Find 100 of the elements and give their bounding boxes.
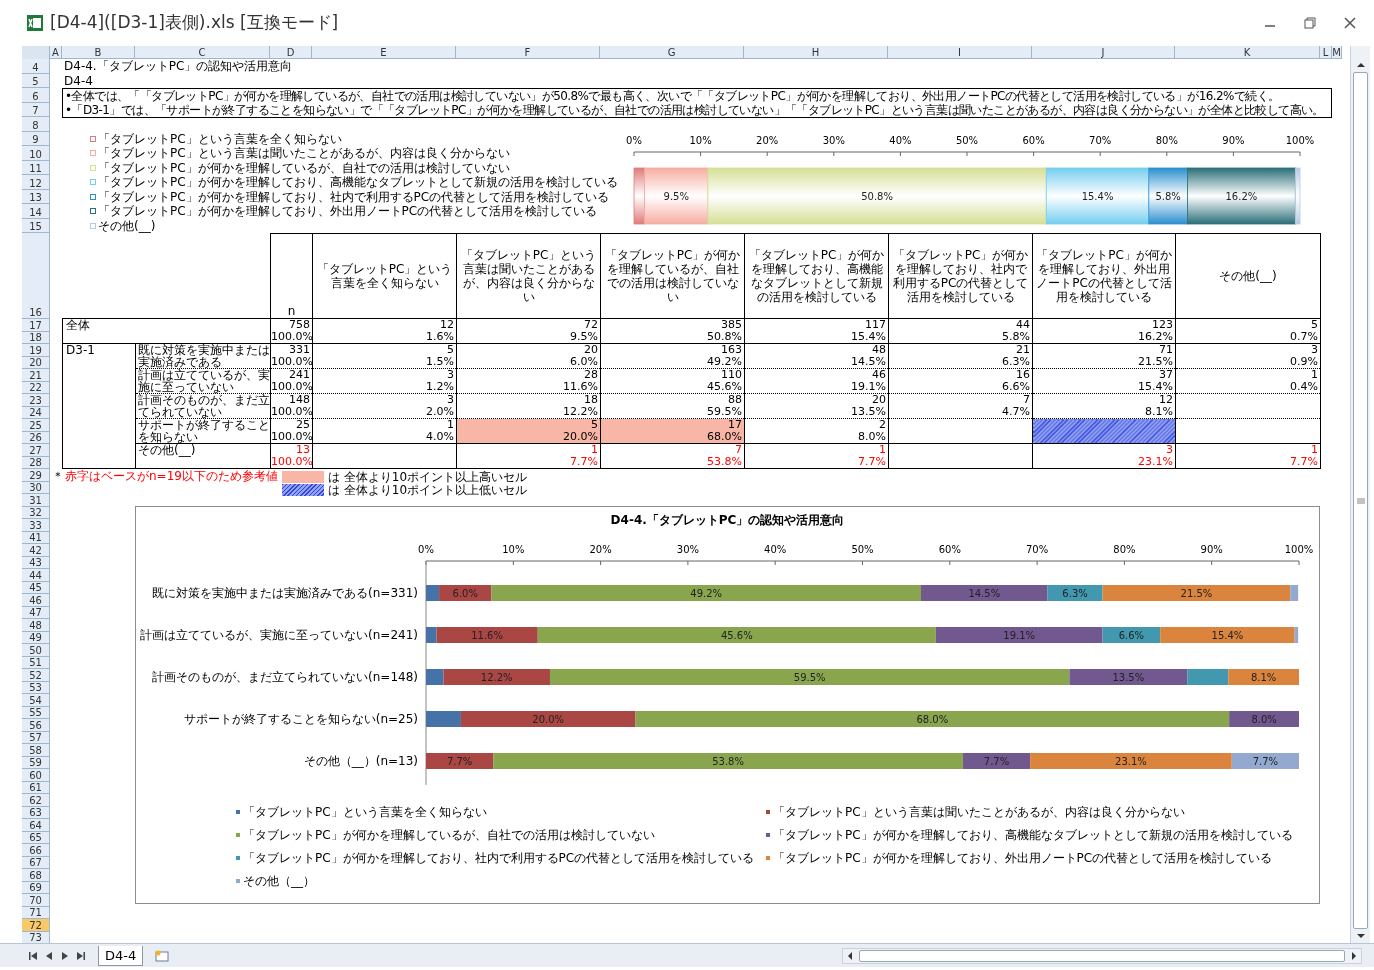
- table-cell: 12 1.6%: [312, 318, 457, 344]
- table-cell: 88 59.5%: [600, 393, 745, 419]
- row-header[interactable]: 66: [22, 844, 50, 857]
- column-header[interactable]: K: [1175, 46, 1320, 59]
- scrollbar-thumb[interactable]: [859, 949, 1345, 962]
- table-cell: 46 19.1%: [744, 368, 889, 394]
- data-label: 14.5%: [968, 587, 1001, 599]
- column-header[interactable]: G: [600, 46, 744, 59]
- column-header[interactable]: J: [1032, 46, 1175, 59]
- row-header[interactable]: 50: [22, 644, 50, 657]
- sheet-tab[interactable]: D4-4: [98, 945, 144, 966]
- table-cell: 3 1.2%: [312, 368, 457, 394]
- data-label: 53.8%: [712, 755, 744, 767]
- data-label: 49.2%: [690, 587, 723, 599]
- category-label: 計画は立てているが、実施に至っていない(n=241): [140, 628, 418, 642]
- row-header[interactable]: 6: [22, 88, 50, 103]
- column-header[interactable]: C: [135, 46, 270, 59]
- last-sheet-icon[interactable]: [76, 950, 86, 961]
- column-header[interactable]: M: [1332, 46, 1342, 59]
- row-header[interactable]: 21: [22, 369, 50, 382]
- legend-label: 「タブレットPC」という言葉は聞いたことがあるが、内容は良く分からない: [98, 147, 510, 160]
- column-header[interactable]: I: [888, 46, 1032, 59]
- data-label: 21.5%: [1180, 587, 1213, 599]
- row-header[interactable]: 64: [22, 819, 50, 832]
- row-header[interactable]: 19: [22, 344, 50, 357]
- column-header[interactable]: B: [62, 46, 135, 59]
- row-header[interactable]: 52: [22, 669, 50, 682]
- window-title: [D4-4]([D3-1]表側).xls [互換モード]: [50, 11, 339, 35]
- row-label: 全体: [62, 318, 271, 344]
- row-header[interactable]: 70: [22, 894, 50, 907]
- close-icon[interactable]: [1344, 17, 1356, 29]
- row-header[interactable]: 14: [22, 204, 50, 219]
- table-cell: 1 4.0%: [312, 418, 457, 444]
- data-label: 68.0%: [916, 713, 949, 725]
- data-label: 15.4%: [1081, 190, 1114, 201]
- row-header[interactable]: 16: [22, 233, 50, 319]
- column-header[interactable]: F: [456, 46, 600, 59]
- row-header[interactable]: 72: [22, 919, 50, 932]
- sheet-subtitle: D4-4: [64, 73, 94, 88]
- table-cell: 16 6.6%: [888, 368, 1033, 394]
- row-header[interactable]: 56: [22, 719, 50, 732]
- legend-label: その他（__）: [243, 874, 315, 887]
- row-header[interactable]: 4: [22, 59, 50, 74]
- horizontal-scrollbar[interactable]: [842, 947, 1362, 964]
- legend-label: 「タブレットPC」が何かを理解しているが、自社での活用は検討していない: [98, 161, 510, 174]
- restore-icon[interactable]: [1304, 17, 1316, 29]
- data-label: 6.6%: [1118, 629, 1145, 641]
- legend-label: 「タブレットPC」が何かを理解しており、高機能なタブレットとして新規の活用を検討している: [773, 828, 1293, 841]
- axis-label: 80%: [1155, 134, 1178, 146]
- column-header[interactable]: H: [744, 46, 888, 59]
- row-header[interactable]: 31: [22, 494, 50, 507]
- row-header[interactable]: 10: [22, 146, 50, 161]
- row-header[interactable]: 54: [22, 694, 50, 707]
- row-header[interactable]: 17: [22, 319, 50, 332]
- axis-label: 90%: [1222, 134, 1245, 146]
- axis-label: 10%: [689, 134, 712, 146]
- legend-label: 「タブレットPC」が何かを理解しており、外出用ノートPCの代替として活用を検討している: [98, 205, 598, 218]
- table-cell: 5 0.7%: [1175, 318, 1321, 344]
- axis-label: 60%: [1022, 134, 1045, 146]
- row-header[interactable]: 33: [22, 519, 50, 532]
- data-label: 5.8%: [1155, 190, 1181, 201]
- row-header[interactable]: 12: [22, 175, 50, 190]
- data-label: 45.6%: [720, 629, 753, 641]
- row-header[interactable]: 25: [22, 419, 50, 432]
- table-cell: 48 14.5%: [744, 343, 889, 369]
- table-cell: 25 100.0%: [270, 418, 313, 444]
- legend-label: その他(__): [98, 219, 156, 232]
- row-header[interactable]: 48: [22, 619, 50, 632]
- next-sheet-icon[interactable]: [60, 950, 70, 961]
- scrollbar-thumb[interactable]: [1353, 72, 1368, 929]
- row-header[interactable]: 27: [22, 444, 50, 457]
- previous-sheet-icon[interactable]: [44, 950, 54, 961]
- row-header[interactable]: 8: [22, 117, 50, 132]
- group-label: D3-1: [62, 343, 136, 469]
- column-header[interactable]: E: [312, 46, 456, 59]
- row-header[interactable]: 46: [22, 594, 50, 607]
- data-label: 19.1%: [1003, 629, 1036, 641]
- table-cell: 20 6.0%: [456, 343, 601, 369]
- column-header[interactable]: D: [270, 46, 312, 59]
- column-header[interactable]: A: [50, 46, 62, 59]
- table-cell: 21 6.3%: [888, 343, 1033, 369]
- spreadsheet-app-icon: [26, 14, 44, 32]
- row-header[interactable]: 23: [22, 394, 50, 407]
- row-label: 計画は立てているが、実施に至っていない: [135, 368, 271, 394]
- table-cell: 1 7.7%: [456, 443, 601, 469]
- row-header[interactable]: 42: [22, 544, 50, 557]
- column-header[interactable]: L: [1320, 46, 1332, 59]
- row-header[interactable]: 62: [22, 794, 50, 807]
- row-header[interactable]: 29: [22, 469, 50, 482]
- row-header[interactable]: 44: [22, 569, 50, 582]
- legend-label: 「タブレットPC」が何かを理解しており、社内で利用するPCの代替として活用を検討している: [243, 851, 755, 864]
- first-sheet-icon[interactable]: [28, 950, 38, 961]
- row-header[interactable]: 58: [22, 744, 50, 757]
- row-header[interactable]: 60: [22, 769, 50, 782]
- row-header[interactable]: 68: [22, 869, 50, 882]
- column-heading: 「タブレットPC」が何かを理解しているが、自社での活用は検討していない: [600, 233, 745, 319]
- axis-label: 50%: [955, 134, 979, 146]
- vertical-scrollbar[interactable]: [1350, 46, 1370, 943]
- table-cell: 5 1.5%: [312, 343, 457, 369]
- table-cell: 148 100.0%: [270, 393, 313, 419]
